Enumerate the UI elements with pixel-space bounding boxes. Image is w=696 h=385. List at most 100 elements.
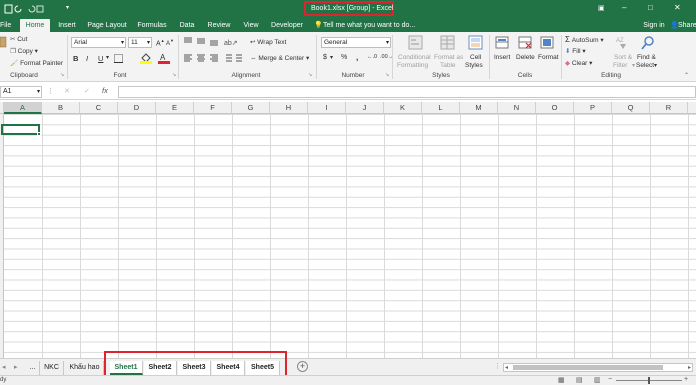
tab-data[interactable]: Data bbox=[177, 19, 197, 32]
format-cells-icon[interactable] bbox=[540, 35, 556, 51]
scroll-left-icon[interactable]: ◂ bbox=[505, 364, 508, 371]
sort-filter-icon[interactable]: AZ bbox=[616, 35, 632, 51]
formula-input[interactable] bbox=[118, 86, 696, 98]
alignment-launcher-icon[interactable]: ↘ bbox=[308, 72, 312, 78]
zoom-thumb[interactable] bbox=[648, 377, 650, 384]
cancel-icon[interactable]: ✕ bbox=[64, 87, 70, 95]
ribbon-options-icon[interactable]: ▣ bbox=[598, 4, 605, 12]
close-button[interactable]: ✕ bbox=[674, 3, 681, 12]
sheet-tab-sheet3[interactable]: Sheet3 bbox=[178, 361, 211, 375]
sheet-tab-sheet5[interactable]: Sheet5 bbox=[246, 361, 280, 375]
scrollbar-thumb[interactable] bbox=[513, 365, 663, 370]
column-header-r[interactable]: R bbox=[650, 102, 688, 114]
sheet-tab-nkc[interactable]: NKC bbox=[40, 361, 64, 375]
zoom-out-icon[interactable]: − bbox=[608, 376, 612, 383]
font-launcher-icon[interactable]: ↘ bbox=[172, 72, 176, 78]
maximize-button[interactable]: □ bbox=[648, 3, 653, 12]
tab-insert[interactable]: Insert bbox=[55, 19, 79, 32]
scroll-right-icon[interactable]: ▸ bbox=[688, 364, 691, 371]
format-as-table-icon[interactable] bbox=[440, 35, 456, 51]
cell-styles-icon[interactable] bbox=[468, 35, 484, 51]
add-sheet-button[interactable]: + bbox=[297, 361, 308, 372]
currency-dropdown-icon[interactable]: ▾ bbox=[330, 54, 333, 61]
font-size-box[interactable]: 11 ▾ bbox=[128, 37, 152, 48]
column-header-i[interactable]: I bbox=[308, 102, 346, 114]
qat-dropdown-icon[interactable]: ▾ bbox=[66, 4, 69, 11]
delete-cells-icon[interactable] bbox=[518, 35, 534, 51]
column-header-k[interactable]: K bbox=[384, 102, 422, 114]
tab-split-icon[interactable]: ⋮ bbox=[494, 362, 501, 370]
underline-button[interactable]: U bbox=[98, 54, 103, 63]
cut-button[interactable]: ✂ Cut bbox=[10, 35, 27, 43]
collapse-ribbon-icon[interactable]: ⌃ bbox=[684, 72, 689, 79]
tab-file[interactable]: File bbox=[0, 19, 18, 32]
tab-review[interactable]: Review bbox=[205, 19, 233, 32]
scroll-right-icon[interactable]: ▸ bbox=[14, 363, 18, 371]
column-header-b[interactable]: B bbox=[42, 102, 80, 114]
column-header-p[interactable]: P bbox=[574, 102, 612, 114]
quick-access-icons[interactable] bbox=[4, 4, 44, 14]
sheet-tab-khau-hao[interactable]: Khấu hao bbox=[66, 361, 104, 375]
sheet-tab-sheet1[interactable]: Sheet1 bbox=[110, 361, 143, 375]
column-header-m[interactable]: M bbox=[460, 102, 498, 114]
wrap-text-button[interactable]: ↩ Wrap Text bbox=[250, 38, 286, 46]
borders-icon[interactable] bbox=[114, 54, 128, 63]
tab-view[interactable]: View bbox=[241, 19, 261, 32]
active-cell[interactable] bbox=[1, 124, 41, 136]
merge-center-button[interactable]: ⇔ Merge & Center ▾ bbox=[250, 54, 309, 62]
column-header-a[interactable]: A bbox=[4, 102, 42, 114]
zoom-in-icon[interactable]: + bbox=[684, 376, 688, 383]
minimize-button[interactable]: – bbox=[622, 3, 626, 12]
tab-home[interactable]: Home bbox=[20, 19, 50, 32]
tab-formulas[interactable]: Formulas bbox=[136, 19, 168, 32]
insert-function-button[interactable]: fx bbox=[102, 86, 108, 95]
increase-font-icon[interactable]: A▲ bbox=[156, 38, 165, 47]
column-header-h[interactable]: H bbox=[270, 102, 308, 114]
insert-cells-icon[interactable] bbox=[495, 35, 511, 51]
sign-in-link[interactable]: Sign in bbox=[642, 19, 666, 32]
scroll-left-icon[interactable]: ◂ bbox=[2, 363, 6, 371]
number-launcher-icon[interactable]: ↘ bbox=[385, 72, 389, 78]
clipboard-launcher-icon[interactable]: ↘ bbox=[60, 72, 64, 78]
font-name-box[interactable]: Arial ▾ bbox=[71, 37, 126, 48]
column-header-n[interactable]: N bbox=[498, 102, 536, 114]
conditional-formatting-icon[interactable] bbox=[408, 35, 424, 51]
underline-dropdown-icon[interactable]: ▾ bbox=[106, 54, 109, 61]
column-header-q[interactable]: Q bbox=[612, 102, 650, 114]
tell-me-box[interactable]: Tell me what you want to do... bbox=[323, 19, 419, 32]
column-header-l[interactable]: L bbox=[422, 102, 460, 114]
paste-icon[interactable] bbox=[0, 36, 8, 48]
page-layout-view-icon[interactable]: ▤ bbox=[576, 376, 583, 384]
column-header-j[interactable]: J bbox=[346, 102, 384, 114]
column-header-o[interactable]: O bbox=[536, 102, 574, 114]
italic-button[interactable]: I bbox=[86, 54, 88, 63]
column-header-c[interactable]: C bbox=[80, 102, 118, 114]
tab-page-layout[interactable]: Page Layout bbox=[86, 19, 128, 32]
font-color-icon[interactable]: A bbox=[158, 52, 170, 64]
column-header-e[interactable]: E bbox=[156, 102, 194, 114]
number-format-box[interactable]: General ▾ bbox=[321, 37, 391, 48]
clear-button[interactable]: ◆ Clear ▾ bbox=[565, 59, 592, 67]
worksheet-grid[interactable] bbox=[0, 114, 696, 358]
sheet-tab-sheet2[interactable]: Sheet2 bbox=[144, 361, 177, 375]
normal-view-icon[interactable]: ▦ bbox=[558, 376, 565, 384]
increase-decimal-icon[interactable]: ←.0 bbox=[367, 54, 377, 60]
sheet-tab-sheet4[interactable]: Sheet4 bbox=[212, 361, 245, 375]
bold-button[interactable]: B bbox=[73, 54, 78, 63]
enter-icon[interactable]: ✓ bbox=[84, 87, 90, 95]
name-box[interactable]: A1 ▾ bbox=[0, 86, 42, 98]
fill-color-icon[interactable] bbox=[140, 52, 152, 64]
copy-button[interactable]: ❐ Copy ▾ bbox=[10, 47, 38, 55]
sheet-tabs-ellipsis[interactable]: ... bbox=[26, 361, 40, 375]
share-button[interactable]: Share bbox=[678, 19, 696, 32]
tab-developer[interactable]: Developer bbox=[270, 19, 304, 32]
percent-button[interactable]: % bbox=[341, 54, 347, 61]
page-break-view-icon[interactable]: ▥ bbox=[594, 376, 601, 384]
autosum-button[interactable]: Σ AutoSum ▾ bbox=[565, 35, 604, 44]
fill-handle[interactable] bbox=[37, 132, 41, 136]
find-select-icon[interactable] bbox=[640, 35, 656, 51]
decrease-font-icon[interactable]: A▼ bbox=[166, 38, 174, 47]
horizontal-scrollbar[interactable]: ◂ ▸ bbox=[503, 363, 693, 372]
comma-style-button[interactable]: , bbox=[356, 53, 358, 62]
alignment-icons[interactable]: ab↗ bbox=[184, 37, 246, 65]
